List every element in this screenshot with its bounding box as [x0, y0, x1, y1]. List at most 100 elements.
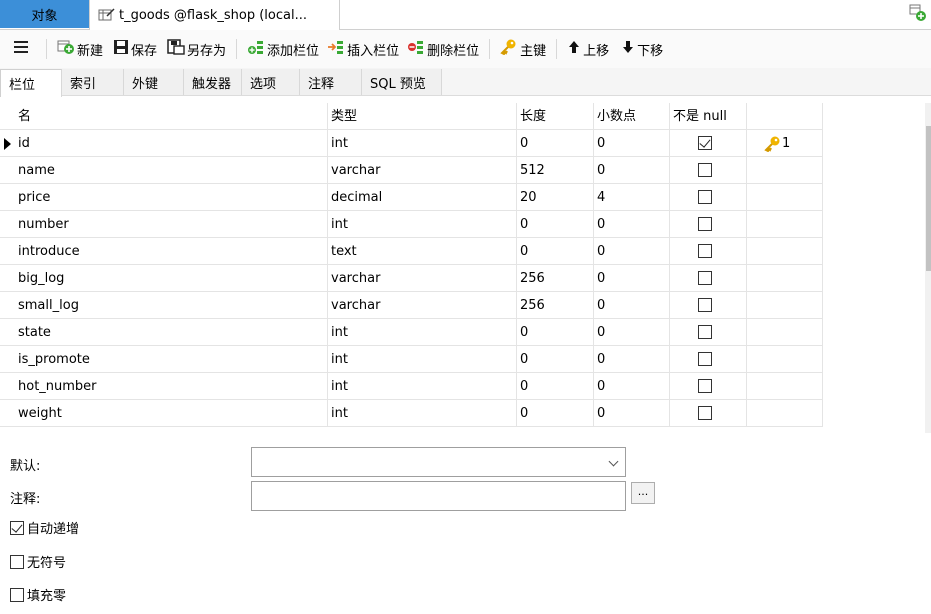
table-row[interactable]: state int 0 0 — [0, 319, 823, 346]
cell-name[interactable]: hot_number — [15, 373, 328, 400]
cell-decimals[interactable]: 4 — [594, 184, 670, 211]
cell-name[interactable]: introduce — [15, 238, 328, 265]
unsigned-box[interactable] — [10, 554, 24, 569]
column-header-name[interactable]: 名 — [15, 103, 328, 130]
cell-length[interactable]: 0 — [517, 319, 594, 346]
cell-not-null[interactable] — [670, 292, 747, 319]
not-null-checkbox[interactable] — [698, 244, 712, 258]
auto-increment-checkbox[interactable]: 自动递增 — [10, 518, 79, 537]
cell-not-null[interactable] — [670, 400, 747, 427]
tab-fields[interactable]: 栏位 — [0, 69, 62, 97]
cell-decimals[interactable]: 0 — [594, 211, 670, 238]
cell-name[interactable]: is_promote — [15, 346, 328, 373]
table-row[interactable]: big_log varchar 256 0 — [0, 265, 823, 292]
insert-column-button[interactable]: 插入栏位 — [327, 36, 399, 62]
cell-not-null[interactable] — [670, 238, 747, 265]
cell-type[interactable]: int — [328, 373, 517, 400]
cell-decimals[interactable]: 0 — [594, 130, 670, 157]
cell-name[interactable]: small_log — [15, 292, 328, 319]
table-row[interactable]: price decimal 20 4 — [0, 184, 823, 211]
cell-length[interactable]: 0 — [517, 373, 594, 400]
not-null-checkbox[interactable] — [698, 217, 712, 231]
tab-table-design[interactable]: t_goods @flask_shop (local... — [89, 0, 340, 30]
tab-options[interactable]: 选项 — [242, 69, 300, 95]
tab-sql-preview[interactable]: SQL 预览 — [362, 69, 442, 95]
cell-decimals[interactable]: 0 — [594, 292, 670, 319]
cell-not-null[interactable] — [670, 265, 747, 292]
table-row[interactable]: small_log varchar 256 0 — [0, 292, 823, 319]
cell-length[interactable]: 0 — [517, 400, 594, 427]
cell-type[interactable]: int — [328, 130, 517, 157]
cell-length[interactable]: 0 — [517, 238, 594, 265]
tab-objects[interactable]: 对象 — [0, 0, 89, 28]
zerofill-checkbox[interactable]: 填充零 — [10, 585, 66, 604]
not-null-checkbox[interactable] — [698, 379, 712, 393]
column-header-not-null[interactable]: 不是 null — [670, 103, 747, 130]
cell-decimals[interactable]: 0 — [594, 319, 670, 346]
cell-length[interactable]: 256 — [517, 292, 594, 319]
table-row[interactable]: number int 0 0 — [0, 211, 823, 238]
new-button[interactable]: 新建 — [57, 36, 103, 62]
not-null-checkbox[interactable] — [698, 298, 712, 312]
not-null-checkbox[interactable] — [698, 136, 712, 150]
not-null-checkbox[interactable] — [698, 190, 712, 204]
unsigned-checkbox[interactable]: 无符号 — [10, 552, 66, 571]
cell-length[interactable]: 0 — [517, 346, 594, 373]
cell-decimals[interactable]: 0 — [594, 346, 670, 373]
cell-type[interactable]: varchar — [328, 265, 517, 292]
not-null-checkbox[interactable] — [698, 163, 712, 177]
cell-decimals[interactable]: 0 — [594, 238, 670, 265]
table-row[interactable]: name varchar 512 0 — [0, 157, 823, 184]
table-row[interactable]: weight int 0 0 — [0, 400, 823, 427]
cell-name[interactable]: price — [15, 184, 328, 211]
cell-not-null[interactable] — [670, 319, 747, 346]
cell-decimals[interactable]: 0 — [594, 157, 670, 184]
save-button[interactable]: 保存 — [113, 36, 157, 62]
table-row[interactable]: id int 0 0 1 — [0, 130, 823, 157]
cell-name[interactable]: number — [15, 211, 328, 238]
column-header-length[interactable]: 长度 — [517, 103, 594, 130]
grid-scrollbar-thumb[interactable] — [926, 126, 931, 271]
primary-key-button[interactable]: 主键 — [500, 36, 546, 62]
comment-ellipsis-button[interactable]: ... — [631, 482, 655, 504]
cell-key[interactable] — [747, 157, 823, 184]
cell-key[interactable] — [747, 400, 823, 427]
default-combobox[interactable] — [251, 447, 626, 477]
cell-decimals[interactable]: 0 — [594, 373, 670, 400]
add-column-button[interactable]: 添加栏位 — [247, 36, 319, 62]
cell-type[interactable]: decimal — [328, 184, 517, 211]
cell-key[interactable] — [747, 211, 823, 238]
table-row[interactable]: introduce text 0 0 — [0, 238, 823, 265]
cell-length[interactable]: 512 — [517, 157, 594, 184]
column-header-key[interactable] — [747, 103, 823, 130]
cell-decimals[interactable]: 0 — [594, 265, 670, 292]
cell-key[interactable] — [747, 292, 823, 319]
cell-length[interactable]: 256 — [517, 265, 594, 292]
menu-button[interactable] — [14, 36, 28, 62]
cell-not-null[interactable] — [670, 157, 747, 184]
not-null-checkbox[interactable] — [698, 325, 712, 339]
cell-key[interactable] — [747, 184, 823, 211]
cell-not-null[interactable] — [670, 130, 747, 157]
move-down-button[interactable]: 下移 — [621, 36, 663, 62]
cell-key[interactable]: 1 — [747, 130, 823, 157]
save-as-button[interactable]: 另存为 — [167, 36, 226, 62]
cell-type[interactable]: text — [328, 238, 517, 265]
auto-increment-box[interactable] — [10, 520, 24, 535]
cell-name[interactable]: id — [15, 130, 328, 157]
cell-type[interactable]: int — [328, 319, 517, 346]
chevron-down-icon[interactable] — [608, 456, 619, 467]
cell-name[interactable]: state — [15, 319, 328, 346]
cell-key[interactable] — [747, 373, 823, 400]
add-object-icon[interactable] — [909, 4, 927, 22]
cell-not-null[interactable] — [670, 373, 747, 400]
not-null-checkbox[interactable] — [698, 271, 712, 285]
cell-name[interactable]: name — [15, 157, 328, 184]
move-up-button[interactable]: 上移 — [567, 36, 609, 62]
comment-input[interactable] — [251, 481, 626, 511]
tab-comment[interactable]: 注释 — [300, 69, 362, 95]
not-null-checkbox[interactable] — [698, 352, 712, 366]
cell-key[interactable] — [747, 265, 823, 292]
cell-type[interactable]: varchar — [328, 157, 517, 184]
not-null-checkbox[interactable] — [698, 406, 712, 420]
